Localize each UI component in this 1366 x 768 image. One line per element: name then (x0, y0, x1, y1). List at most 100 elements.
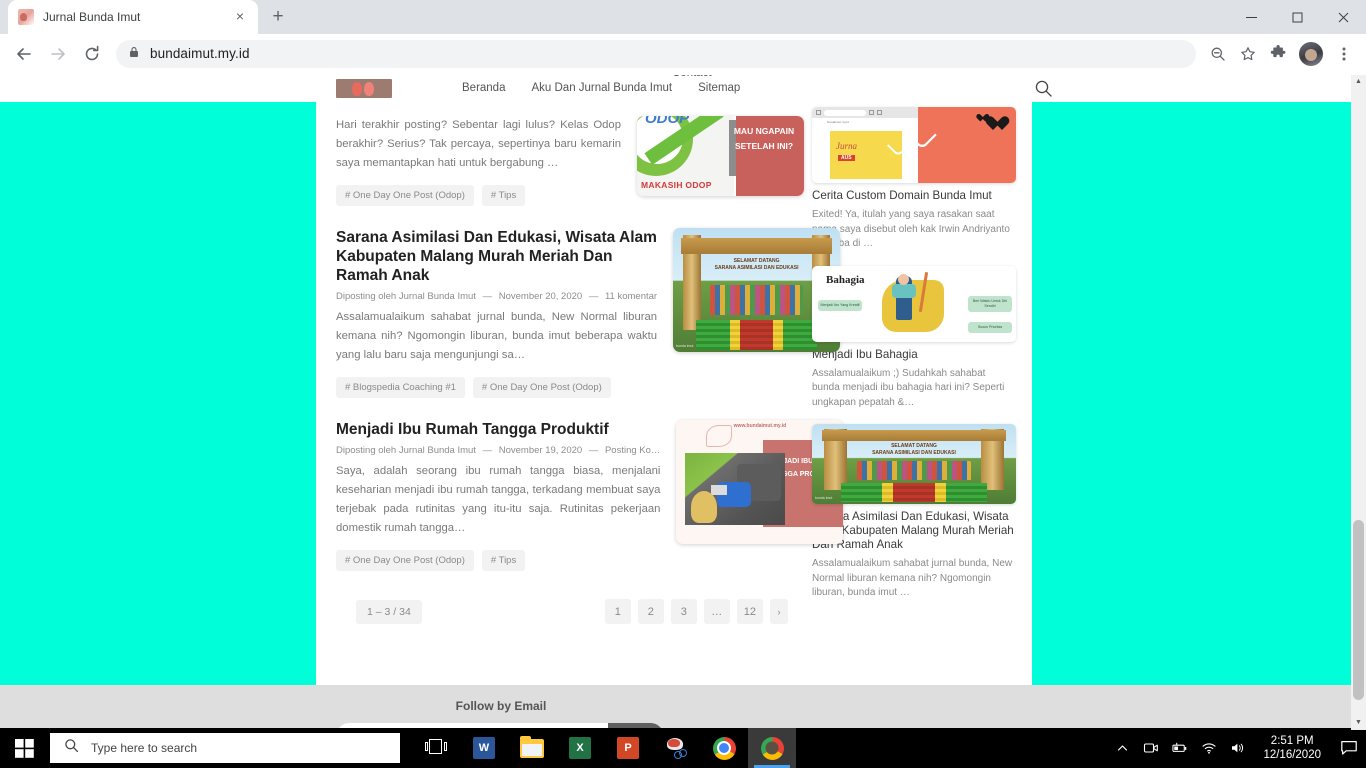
sidebar-item-title[interactable]: Menjadi Ibu Bahagia (812, 348, 1016, 362)
task-view-icon (425, 739, 447, 757)
wifi-icon[interactable] (1201, 740, 1217, 756)
bookmark-star-icon[interactable] (1234, 40, 1262, 68)
zoom-out-icon[interactable] (1204, 40, 1232, 68)
post-tags: # One Day One Post (Odop) # Tips (336, 550, 660, 571)
thumb-sign-line1: SELAMAT DATANG (891, 443, 937, 450)
taskbar-chrome-active[interactable] (748, 728, 796, 768)
window-controls (1228, 0, 1366, 34)
folder-icon (520, 735, 544, 758)
nav-item-contact[interactable]: Contact (672, 75, 712, 80)
sidebar-thumbnail[interactable]: Bahagia Menjadi Ibu Yang Kreatif Beri Wa… (812, 265, 1016, 342)
battery-icon[interactable] (1172, 740, 1188, 756)
nav-item-aku-dan-jurnal[interactable]: Aku Dan Jurnal Bunda Imut (531, 75, 672, 102)
start-button[interactable] (0, 728, 48, 768)
site-logo[interactable] (336, 79, 392, 98)
thumb-makasih-label: MAKASIH ODOP (641, 180, 712, 190)
close-window-button[interactable] (1320, 0, 1366, 34)
post-item: Menjadi Ibu Rumah Tangga Produktif Dipos… (336, 406, 844, 579)
sidebar-item-title[interactable]: Cerita Custom Domain Bunda Imut (812, 189, 1016, 203)
tag-chip[interactable]: # Blogspedia Coaching #1 (336, 377, 465, 398)
page-number-list: 1 2 3 … 12 › (604, 599, 788, 624)
post-comments[interactable]: 11 komentar (605, 291, 657, 302)
taskbar-word[interactable]: W (460, 728, 508, 768)
page-content: Hari terakhir posting? Sebentar lagi lul… (316, 75, 1032, 685)
post-list: Hari terakhir posting? Sebentar lagi lul… (336, 102, 844, 650)
webcam-icon[interactable] (1143, 740, 1159, 756)
post-title[interactable]: Menjadi Ibu Rumah Tangga Produktif (336, 420, 660, 439)
profile-avatar[interactable] (1299, 41, 1323, 66)
chrome-icon (760, 736, 784, 760)
clock-time: 2:51 PM (1270, 735, 1314, 747)
post-meta: Diposting oleh Jurnal Bunda Imut — Novem… (336, 445, 661, 456)
page-count-label: 1 – 3 / 34 (356, 599, 422, 624)
tray-expand-icon[interactable] (1114, 740, 1130, 756)
volume-icon[interactable] (1230, 740, 1246, 756)
post-item: Sarana Asimilasi Dan Edukasi, Wisata Ala… (336, 214, 841, 406)
post-author: Diposting oleh Jurnal Bunda Imut (336, 445, 476, 456)
new-tab-button[interactable]: + (264, 3, 292, 31)
taskbar-chrome[interactable] (700, 728, 748, 768)
taskbar-search-box[interactable]: Type here to search (50, 733, 400, 763)
scrollbar-thumb[interactable] (1353, 520, 1364, 700)
address-bar[interactable]: bundaimut.my.id (116, 39, 1196, 68)
close-icon[interactable]: × (232, 9, 248, 25)
task-view-button[interactable] (412, 728, 460, 768)
url-text: bundaimut.my.id (150, 46, 250, 61)
clock-date: 12/16/2020 (1263, 749, 1321, 761)
post-tags: # Blogspedia Coaching #1 # One Day One P… (336, 377, 657, 398)
taskbar-file-explorer[interactable] (508, 728, 556, 768)
page-number-1[interactable]: 1 (604, 599, 631, 624)
sidebar-thumbnail[interactable]: bundaimut.my.id Jurna AUS (812, 107, 1016, 183)
sidebar-thumb-word: Bahagia (826, 273, 865, 286)
taskbar-excel[interactable]: X (556, 728, 604, 768)
system-tray: 2:51 PM 12/16/2020 (1114, 734, 1366, 762)
post-thumbnail[interactable]: ODOP MAKASIH ODOP MAU NGAPAIN SETELAH IN… (637, 116, 804, 196)
post-excerpt: Assalamualaikum sahabat jurnal bunda, Ne… (336, 311, 658, 361)
post-comments[interactable]: Posting Ko… (605, 445, 660, 456)
taskbar-clock[interactable]: 2:51 PM 12/16/2020 (1259, 734, 1325, 762)
taskbar-snipping-tool[interactable] (652, 728, 700, 768)
favicon-icon (18, 9, 34, 25)
browser-tab[interactable]: Jurnal Bunda Imut × (8, 0, 258, 34)
post-date: November 19, 2020 (498, 445, 583, 456)
back-icon[interactable] (8, 38, 40, 70)
post-tags: # One Day One Post (Odop) # Tips (336, 185, 621, 206)
reload-icon[interactable] (76, 38, 108, 70)
extensions-icon[interactable] (1264, 40, 1292, 68)
sidebar-item-excerpt: Assalamualaikum ;) Sudahkah sahabat bund… (812, 367, 1005, 408)
next-page-button[interactable]: › (770, 599, 788, 624)
follow-by-email-title: Follow by Email (455, 699, 547, 713)
tag-chip[interactable]: # Tips (481, 185, 526, 206)
sidebar-item: Bahagia Menjadi Ibu Yang Kreatif Beri Wa… (812, 265, 1016, 411)
action-center-icon[interactable] (1340, 739, 1358, 757)
tag-chip[interactable]: # Tips (481, 550, 526, 571)
page-viewport: Beranda Aku Dan Jurnal Bunda Imut Sitema… (0, 75, 1366, 730)
minimize-button[interactable] (1228, 0, 1274, 34)
post-author: Diposting oleh Jurnal Bunda Imut (336, 291, 476, 302)
forward-icon[interactable] (42, 38, 74, 70)
taskbar-powerpoint[interactable]: P (604, 728, 652, 768)
page-number-3[interactable]: 3 (670, 599, 697, 624)
tag-chip[interactable]: # One Day One Post (Odop) (336, 185, 474, 206)
page-number-12[interactable]: 12 (736, 599, 763, 624)
page-scrollbar[interactable]: ▲ ▼ (1351, 75, 1366, 730)
site-nav: Beranda Aku Dan Jurnal Bunda Imut Sitema… (462, 75, 740, 102)
sidebar-item-excerpt: Exited! Ya, itulah yang saya rasakan saa… (812, 209, 1010, 249)
thumb-odop-label: ODOP (645, 116, 690, 127)
nav-item-beranda[interactable]: Beranda (462, 75, 505, 102)
sidebar-popular-posts: bundaimut.my.id Jurna AUS Cerita Custom … (812, 102, 1016, 650)
browser-menu-icon[interactable] (1330, 40, 1358, 68)
site-header: Beranda Aku Dan Jurnal Bunda Imut Sitema… (0, 75, 1351, 102)
thumb-headline: MAU NGAPAIN SETELAH INI? (733, 126, 795, 151)
tag-chip[interactable]: # One Day One Post (Odop) (472, 377, 611, 398)
sidebar-thumb-url: bundaimut.my.id (827, 119, 849, 124)
scroll-up-arrow-icon[interactable]: ▲ (1351, 75, 1366, 89)
page-number-2[interactable]: 2 (637, 599, 664, 624)
sidebar-thumbnail[interactable]: SELAMAT DATANG SARANA ASIMILASI DAN EDUK… (812, 424, 1016, 504)
maximize-button[interactable] (1274, 0, 1320, 34)
search-icon[interactable] (1034, 79, 1053, 98)
tag-chip[interactable]: # One Day One Post (Odop) (336, 550, 474, 571)
post-date: November 20, 2020 (498, 291, 583, 302)
post-title[interactable]: Sarana Asimilasi Dan Edukasi, Wisata Ala… (336, 228, 657, 285)
scroll-down-arrow-icon[interactable]: ▼ (1351, 716, 1366, 730)
